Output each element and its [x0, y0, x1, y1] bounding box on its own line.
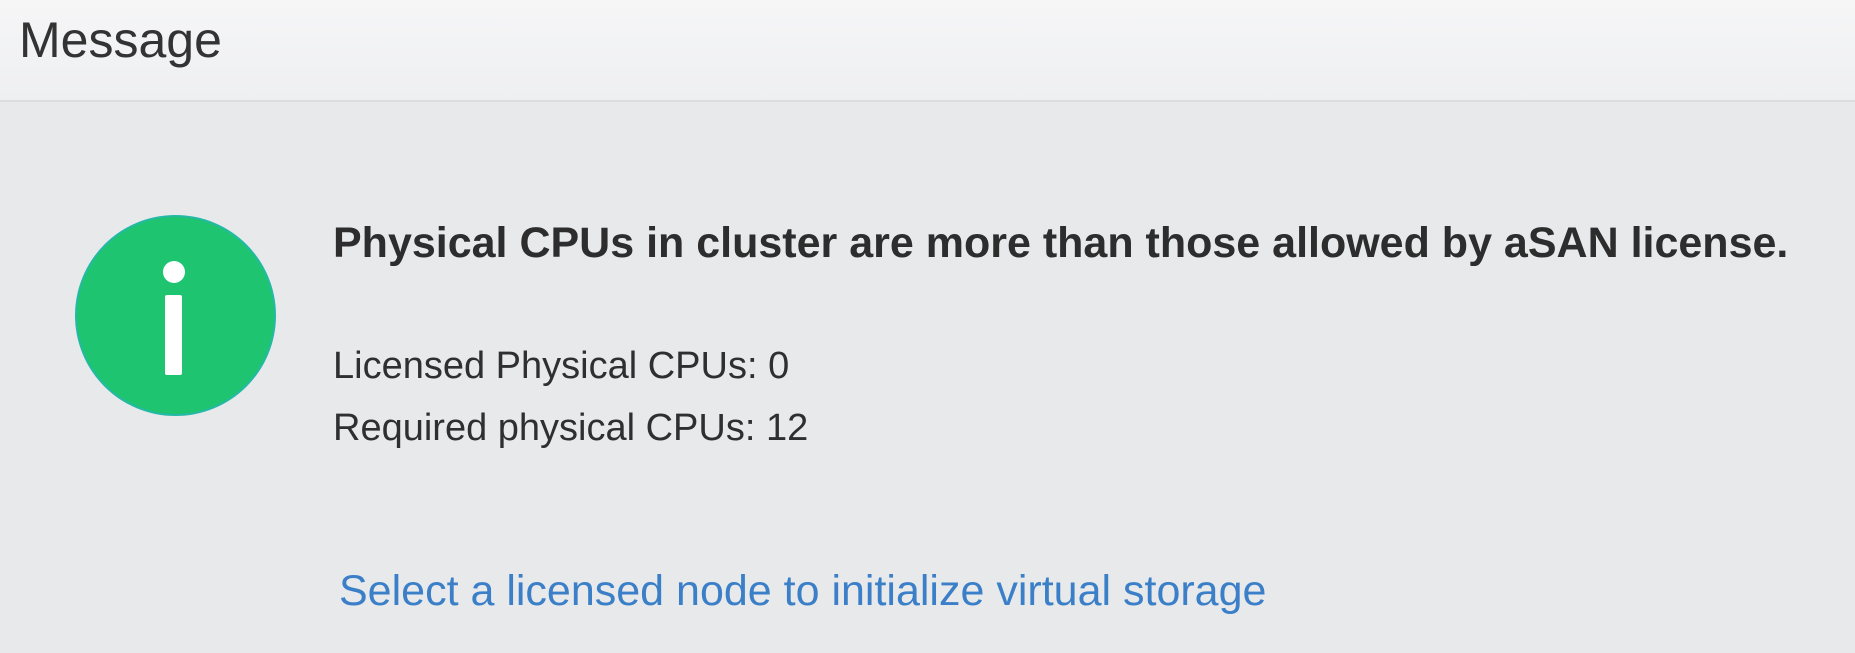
required-cpus-text: Required physical CPUs: 12: [333, 407, 809, 449]
licensed-cpus-text: Licensed Physical CPUs: 0: [333, 345, 790, 387]
message-dialog: Message Physical CPUs in cluster are mor…: [0, 0, 1855, 653]
message-headline: Physical CPUs in cluster are more than t…: [333, 219, 1789, 267]
info-icon: [77, 217, 274, 414]
select-licensed-node-link[interactable]: Select a licensed node to initialize vir…: [339, 564, 1266, 618]
dialog-title: Message: [19, 12, 222, 68]
dialog-titlebar: Message: [0, 0, 1855, 102]
info-icon-bar: [165, 295, 182, 375]
info-icon-dot: [163, 261, 185, 283]
